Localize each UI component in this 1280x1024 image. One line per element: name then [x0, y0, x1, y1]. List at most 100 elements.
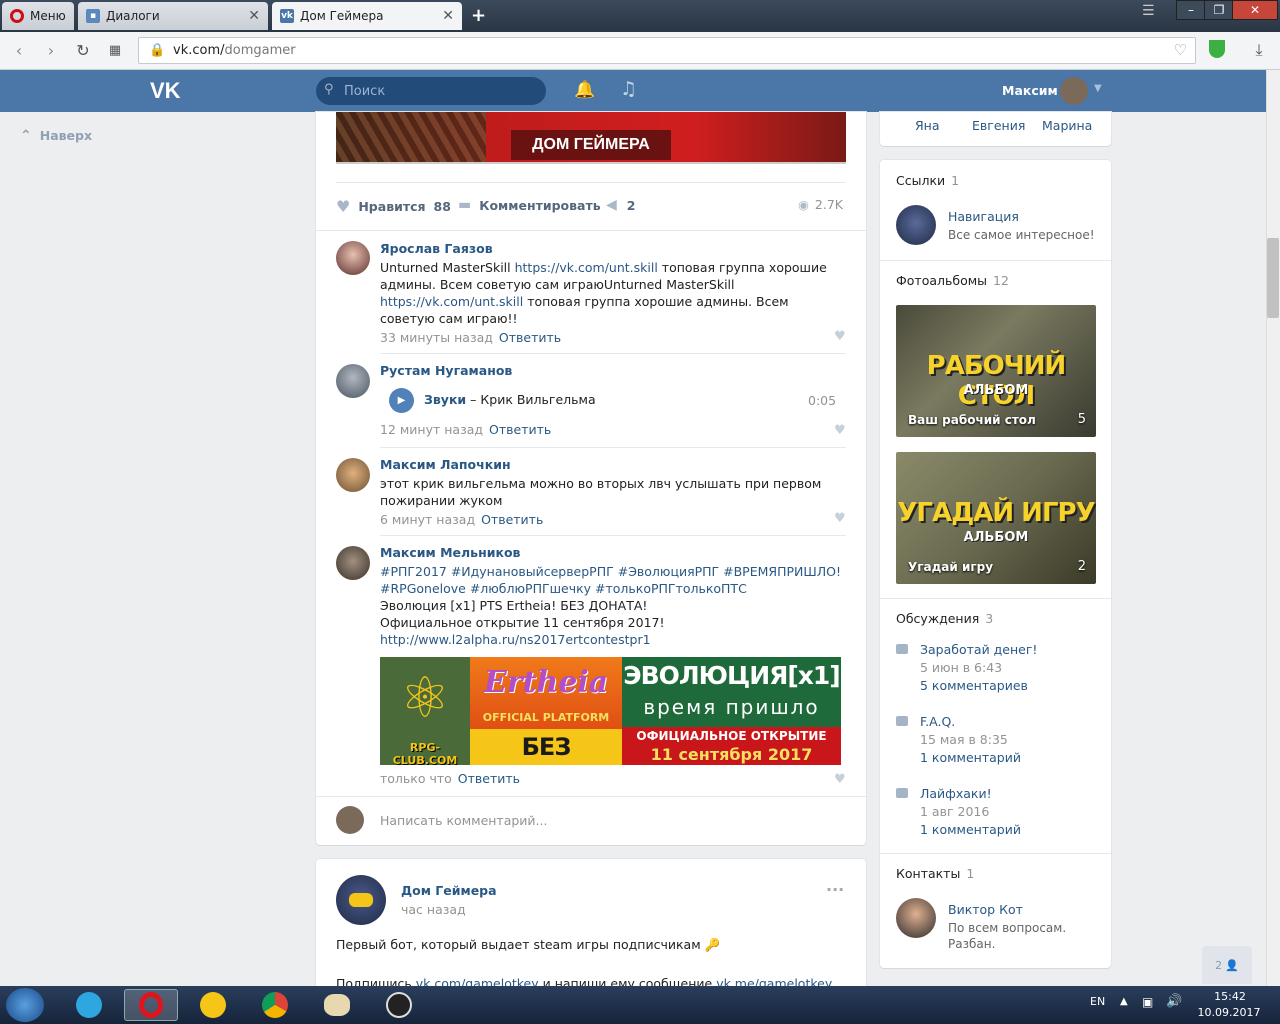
search-input[interactable]: ⚲ Поиск [316, 77, 546, 105]
discussion-item[interactable]: Лайфхаки! 1 авг 2016 1 комментарий [896, 786, 1096, 837]
clock-date[interactable]: 10.09.2017 [1194, 1006, 1264, 1019]
music-icon[interactable]: ♫ [620, 78, 637, 100]
network-icon[interactable]: ▣ [1142, 995, 1153, 1009]
app-triangle-icon[interactable] [186, 989, 240, 1021]
discussion-title[interactable]: F.A.Q. [920, 714, 1096, 729]
discussions-header[interactable]: Обсуждения 3 [896, 611, 993, 626]
comment-like-icon[interactable]: ♥ [834, 423, 846, 438]
discussion-title[interactable]: Лайфхаки! [920, 786, 1096, 801]
more-options-icon[interactable]: ··· [826, 880, 844, 899]
discussion-item[interactable]: F.A.Q. 15 мая в 8:35 1 комментарий [896, 714, 1096, 765]
comment-time[interactable]: только что [380, 771, 452, 786]
url-field[interactable]: 🔒 vk.com/domgamer ♡ [138, 37, 1196, 64]
start-button[interactable] [6, 988, 44, 1022]
page-scrollbar[interactable] [1266, 70, 1280, 986]
close-tab-icon[interactable]: ✕ [248, 8, 260, 24]
paint-icon[interactable] [310, 989, 364, 1021]
comment-time[interactable]: 33 минуты назад [380, 330, 493, 345]
discussion-comments[interactable]: 5 комментариев [920, 678, 1096, 693]
volume-icon[interactable]: 🔊 [1166, 994, 1182, 1009]
reply-link[interactable]: Ответить [489, 422, 551, 437]
comment-avatar[interactable] [336, 241, 370, 275]
album-thumb[interactable]: УГАДАЙ ИГРУ АЛЬБОМ Угадай игру 2 [896, 452, 1096, 584]
tab-domgamer[interactable]: vk Дом Геймера ✕ [272, 2, 462, 30]
discussion-comments[interactable]: 1 комментарий [920, 750, 1096, 765]
like-button[interactable]: ♥ Нравится 88 [336, 197, 451, 216]
chrome-icon[interactable] [248, 989, 302, 1021]
group-avatar[interactable] [336, 875, 386, 925]
vk-logo[interactable]: VK [150, 78, 181, 104]
telegram-icon[interactable] [62, 989, 116, 1021]
tab-menu-icon[interactable]: ☰ [1142, 3, 1155, 19]
user-avatar[interactable] [1060, 77, 1088, 105]
discussion-title[interactable]: Заработай денег! [920, 642, 1096, 657]
comment-time[interactable]: 12 минут назад [380, 422, 483, 437]
share-button[interactable]: ◀ 2 [606, 197, 635, 213]
forward-icon[interactable]: › [40, 39, 62, 61]
comment-author[interactable]: Ярослав Гаязов [380, 241, 846, 256]
friend-name[interactable]: Евгения [972, 118, 1025, 133]
comment-like-icon[interactable]: ♥ [834, 772, 846, 787]
opera-taskbar-icon[interactable] [124, 989, 178, 1021]
discussion-item[interactable]: Заработай денег! 5 июн в 6:43 5 коммента… [896, 642, 1096, 693]
post-time[interactable]: час назад [401, 902, 466, 917]
speed-dial-icon[interactable]: ▦ [104, 39, 126, 61]
online-friends-button[interactable]: 2 👤 [1202, 946, 1252, 984]
close-window-button[interactable]: ✕ [1232, 0, 1278, 20]
scroll-up-link[interactable]: ⌃ Наверх [20, 128, 92, 144]
tab-dialogs[interactable]: ▪ Диалоги ✕ [78, 2, 268, 30]
bookmark-heart-icon[interactable]: ♡ [1174, 41, 1187, 59]
maximize-button[interactable]: ❐ [1204, 0, 1234, 20]
reply-link[interactable]: Ответить [499, 330, 561, 345]
contact-name[interactable]: Виктор Кот [948, 902, 1023, 917]
comment-link[interactable]: https://vk.com/unt.skill [380, 294, 523, 309]
download-icon[interactable]: ⤓ [1248, 39, 1270, 61]
minimize-button[interactable]: – [1176, 0, 1206, 20]
app-u-icon[interactable] [372, 989, 426, 1021]
contacts-header[interactable]: Контакты 1 [896, 866, 974, 881]
comment-button[interactable]: ▬ Комментировать [458, 197, 601, 213]
albums-header[interactable]: Фотоальбомы 12 [896, 273, 1009, 288]
reply-link[interactable]: Ответить [481, 512, 543, 527]
friend-name[interactable]: Марина [1042, 118, 1092, 133]
comment-avatar[interactable] [336, 458, 370, 492]
comment-avatar[interactable] [336, 364, 370, 398]
comment-time[interactable]: 6 минут назад [380, 512, 475, 527]
link-name[interactable]: Навигация [948, 209, 1019, 224]
comment-author[interactable]: Максим Лапочкин [380, 457, 846, 472]
language-indicator[interactable]: EN [1090, 995, 1105, 1008]
attached-banner-image[interactable]: ⚛ RPG-CLUB.COM Ertheia OFFICIAL PLATFORM… [380, 657, 841, 765]
comment-like-icon[interactable]: ♥ [834, 511, 846, 526]
reload-icon[interactable]: ↻ [72, 39, 94, 61]
discussion-comments[interactable]: 1 комментарий [920, 822, 1096, 837]
comment-link[interactable]: https://vk.com/unt.skill [515, 260, 658, 275]
chevron-down-icon[interactable]: ▼ [1094, 83, 1102, 94]
link-avatar[interactable] [896, 205, 936, 245]
opera-menu-button[interactable]: Меню [2, 2, 74, 30]
friend-name[interactable]: Яна [915, 118, 940, 133]
post-banner-image[interactable]: ДОМ ГЕЙМЕРА [336, 112, 846, 162]
comment-author[interactable]: Максим Мельников [380, 545, 846, 560]
adblock-shield-icon[interactable] [1209, 40, 1225, 58]
write-comment-input[interactable]: Написать комментарий... [380, 813, 547, 828]
close-tab-icon[interactable]: ✕ [442, 8, 454, 24]
scrollbar-thumb[interactable] [1267, 238, 1279, 318]
reply-link[interactable]: Ответить [458, 771, 520, 786]
comment-avatar[interactable] [336, 546, 370, 580]
bell-icon[interactable]: 🔔 [574, 80, 595, 100]
comment-like-icon[interactable]: ♥ [834, 329, 846, 344]
tray-arrow-icon[interactable]: ▲ [1120, 996, 1128, 1007]
back-icon[interactable]: ‹ [8, 39, 30, 61]
clock-time[interactable]: 15:42 [1200, 990, 1260, 1003]
comment-hashtags[interactable]: #РПГ2017 #ИдунановыйсерверРПГ #ЭволюцияР… [380, 563, 846, 597]
links-header[interactable]: Ссылки 1 [896, 173, 959, 188]
comment-link[interactable]: http://www.l2alpha.ru/ns2017ertcontestpr… [380, 631, 846, 648]
comment-author[interactable]: Рустам Нугаманов [380, 363, 846, 378]
audio-play-button[interactable]: ▶ [389, 388, 414, 413]
album-thumb[interactable]: РАБОЧИЙ СТОЛ АЛЬБОМ Ваш рабочий стол 5 [896, 305, 1096, 437]
user-name[interactable]: Максим [1002, 83, 1058, 98]
contact-avatar[interactable] [896, 898, 936, 938]
post-author[interactable]: Дом Геймера [401, 883, 497, 898]
audio-track[interactable]: Звуки – Крик Вильгельма [424, 392, 596, 407]
new-tab-button[interactable]: + [471, 5, 486, 26]
